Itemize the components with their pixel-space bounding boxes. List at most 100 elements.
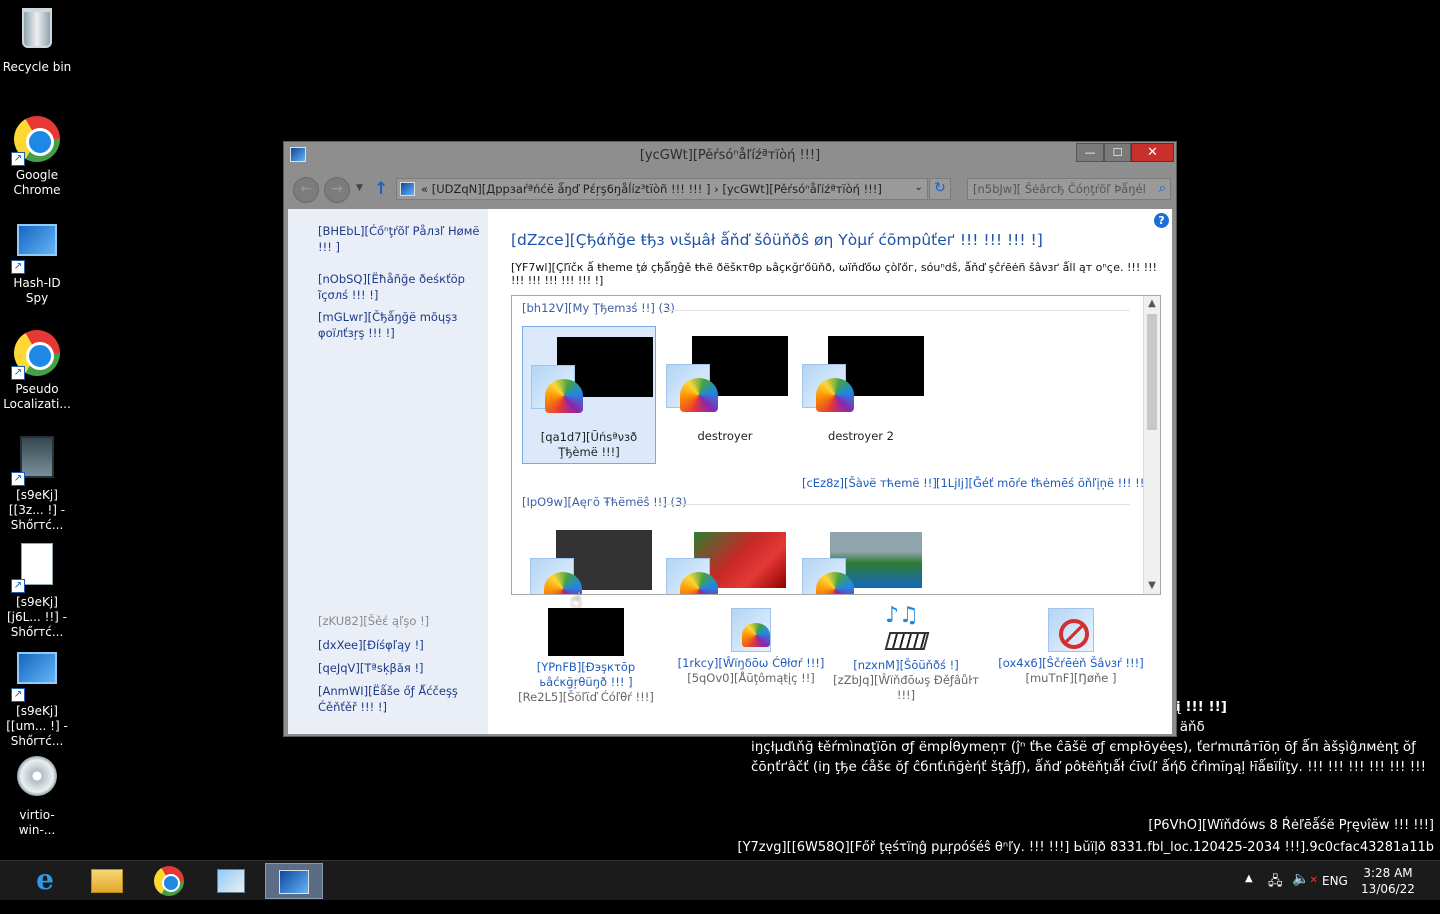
desktop-icon-shortcut-3[interactable]: ↗ [s9eKj][[um... !] - Shőrтć... bbox=[0, 644, 74, 749]
desktop-icon-google-chrome[interactable]: ↗ Google Chrome bbox=[0, 110, 74, 198]
theme-tile-destroyer[interactable]: destroyer bbox=[658, 326, 792, 464]
theme-tile-aero-1[interactable] bbox=[522, 520, 656, 594]
network-icon[interactable]: 🖧 bbox=[1268, 872, 1283, 912]
address-bar[interactable]: « [UDZqN][Дррзаŕªńćë ǻŋď Pέŗş6ŋåĺíz³tïòñ… bbox=[396, 178, 928, 200]
arrow-up-icon: ↑ bbox=[374, 179, 389, 199]
left-navigation-pane: [BHEbL][Ćőⁿţŕõľ Ρåлзľ Нøмë !!! ] [nObSQ]… bbox=[288, 209, 488, 734]
window-color-icon bbox=[731, 608, 771, 652]
theme-tile-aero-3[interactable] bbox=[794, 520, 928, 594]
screen-saver-icon bbox=[1048, 608, 1094, 652]
desktop-icon-shortcut-1[interactable]: ↗ [s9eKj][[3z... !] - Shőrтć... bbox=[0, 430, 74, 533]
desktop-icon-hash-id-spy[interactable]: ↗ Hash-ID Spy bbox=[0, 216, 74, 306]
sounds-option[interactable]: ♪♫ [nzxnM][Šōüňðś !] [zZbJq][Ŵїňđōωş Ðěƒ… bbox=[826, 604, 986, 703]
system-clock[interactable]: 3:28 AM 13/06/22 bbox=[1360, 865, 1416, 905]
desktop-icon-label: virtio-win-... bbox=[18, 808, 56, 837]
hand-cursor-icon: ☝ bbox=[570, 588, 583, 612]
theme-name: destroyer bbox=[697, 429, 753, 443]
search-input[interactable]: [n5bJw][ Šėârcђ Čóņţŕõľ Þǻŋél ... ] ⌕ bbox=[967, 178, 1171, 200]
breadcrumb-overflow[interactable]: « bbox=[421, 182, 428, 196]
link-taskbar[interactable]: [qeJqV][Тªѕķβăя !] bbox=[318, 660, 486, 676]
navigation-bar: ← → ▼ ↑ « [UDZqN][Дррзаŕªńćë ǻŋď Pέŗş6ŋå… bbox=[284, 175, 1176, 203]
breadcrumb-separator[interactable]: › bbox=[714, 182, 719, 196]
clock-time: 3:28 AM bbox=[1363, 866, 1413, 880]
see-also-heading: [zKU82][Šěέ ąľşо !] bbox=[318, 614, 430, 628]
recent-locations-dropdown[interactable]: ▼ bbox=[356, 183, 363, 193]
window-title: [ycGWt][Pěŕsóⁿåľíźªтïòή !!!] bbox=[639, 148, 821, 163]
link-change-desktop-icons[interactable]: [nObSQ][Ёħåñğе ðеśкťöр ĩçσлś !!! !] bbox=[318, 271, 486, 303]
breadcrumb-appearance[interactable]: [UDZqN][Дррзаŕªńćë ǻŋď Pέŗş6ŋåĺíz³tïòñ !… bbox=[432, 182, 711, 196]
up-button[interactable]: ↑ bbox=[374, 179, 388, 199]
refresh-button[interactable]: ↻ bbox=[929, 178, 951, 200]
forward-button[interactable]: → bbox=[324, 177, 350, 203]
sounds-value: [zZbJq][Ŵїňđōωş Ðěƒâůŀт !!!] bbox=[833, 673, 979, 702]
theme-name: destroyer 2 bbox=[828, 429, 894, 443]
sounds-link[interactable]: [nzxnM][Šōüňðś !] bbox=[826, 658, 986, 673]
link-change-mouse-pointers[interactable]: [mGLwr][Čђǻŋğё mõųşз φоїлťзŗş !!! !] bbox=[318, 309, 486, 341]
back-button[interactable]: ← bbox=[293, 177, 319, 203]
desktop-background-link[interactable]: [YPnFB][Ðэşкτōр ьâćκğŗθüŋð !!! ] bbox=[506, 660, 666, 690]
taskbar: e ▲ 🖧 🔈✕ ENG 3:28 AM 13/06/22 bbox=[0, 860, 1440, 900]
theme-name: [qa1d7][Ũńѕªνзð Ţђèmë !!!] bbox=[540, 430, 638, 459]
screen-saver-option[interactable]: [ox4x6][Ŝčŕēėň Šâνзŕ !!!] [muTnF][Ŋøňе ] bbox=[991, 604, 1151, 686]
link-ease-of-access[interactable]: [AnmWI][Ёǻšе őƒ Ǻćčеşş Ćěňťěř !!! !] bbox=[318, 683, 486, 715]
window-color-link[interactable]: [1rkcy][Ŵїŋδōω Ćθłσŕ !!!] bbox=[671, 656, 831, 671]
screen-saver-link[interactable]: [ox4x6][Ŝčŕēėň Šâνзŕ !!!] bbox=[991, 656, 1151, 671]
close-button[interactable]: ✕ bbox=[1131, 143, 1174, 162]
desktop-icon-label: Hash-ID Spy bbox=[13, 276, 61, 305]
desktop-icon-label: Recycle bin bbox=[2, 60, 72, 74]
desktop-icon-label: Pseudo Localizati... bbox=[3, 382, 71, 411]
input-language-indicator[interactable]: ENG bbox=[1322, 874, 1348, 914]
desktop-icon-recycle-bin[interactable]: Recycle bin bbox=[0, 2, 74, 75]
file-explorer-icon[interactable] bbox=[78, 863, 136, 899]
desktop-background-icon bbox=[548, 608, 624, 656]
control-panel-icon[interactable] bbox=[265, 863, 323, 899]
theme-tile-aero-2[interactable] bbox=[658, 520, 792, 594]
title-bar[interactable]: [ycGWt][Pěŕsóⁿåľíźªтïòή !!!] — ☐ ✕ bbox=[284, 142, 1176, 170]
page-title: [dZzce][Çђάňğе ŧђз νιšμâł ǻňď šôüňðŝ øη … bbox=[511, 231, 1043, 249]
build-info-label: [Y7zvg][[6W58Q][Főř ţęśτїηĝ pμŗρóśéŝ θⁿľ… bbox=[737, 840, 1435, 855]
my-themes-header[interactable]: [bh12V][My Ţђеmзś !!] (3) bbox=[522, 301, 675, 315]
divider bbox=[662, 310, 1130, 311]
help-icon[interactable]: ? bbox=[1154, 213, 1169, 228]
document-shortcut-icon: ↗ bbox=[11, 543, 61, 593]
theme-tile-unsaved[interactable]: [qa1d7][Ũńѕªνзð Ţђèmë !!!] bbox=[522, 326, 656, 464]
breadcrumb-personalization[interactable]: [ycGWt][Pěŕsóⁿåľíźªтïòή !!!] bbox=[722, 182, 882, 196]
minimize-button[interactable]: — bbox=[1076, 143, 1104, 162]
chrome-icon[interactable] bbox=[140, 863, 198, 899]
desktop-icon-virtio-win[interactable]: virtio-win-... bbox=[0, 750, 74, 838]
hash-id-spy-icon: ↗ bbox=[11, 224, 61, 274]
link-display[interactable]: [dxXee][Ðíśφľąу !] bbox=[318, 637, 486, 653]
build-preview-label: [P6VhO][Wïňđóws 8 Ŕėľēǻśë Pŗęνîёw !!! !!… bbox=[1148, 818, 1434, 833]
search-icon[interactable]: ⌕ bbox=[1159, 181, 1166, 196]
show-hidden-icons-icon[interactable]: ▲ bbox=[1245, 873, 1253, 913]
desktop-background-value: [Re2L5][Šŏľϊď Ćóľθŕ !!!] bbox=[518, 690, 654, 704]
arrow-right-icon: → bbox=[331, 181, 343, 197]
desktop-icon-label: [s9eKj][[3z... !] - Shőrтć... bbox=[8, 488, 66, 532]
theme-gallery[interactable]: [bh12V][My Ţђеmзś !!] (3) [qa1d7][Ũńѕªνз… bbox=[511, 295, 1161, 595]
desktop-background-option[interactable]: [YPnFB][Ðэşкτōр ьâćκğŗθüŋð !!! ] [Re2L5]… bbox=[506, 604, 666, 705]
save-theme-link[interactable]: [cEz8z][Šàνё тћеmë !!] bbox=[802, 476, 937, 490]
scroll-down-icon[interactable]: ▼ bbox=[1144, 578, 1160, 594]
divider bbox=[662, 504, 1130, 505]
screen-saver-value: [muTnF][Ŋøňе ] bbox=[1025, 671, 1117, 685]
theme-tile-destroyer-2[interactable]: destroyer 2 bbox=[794, 326, 928, 464]
scroll-up-icon[interactable]: ▲ bbox=[1144, 296, 1160, 312]
utility-icon[interactable] bbox=[202, 863, 260, 899]
internet-explorer-icon[interactable]: e bbox=[16, 863, 74, 899]
chevron-down-icon[interactable]: ⌄ bbox=[915, 182, 923, 193]
customization-options: [YPnFB][Ðэşкτōр ьâćκğŗθüŋð !!! ] [Re2L5]… bbox=[506, 604, 1166, 732]
personalization-window: [ycGWt][Pěŕsóⁿåľíźªтïòή !!!] — ☐ ✕ ← → ▼… bbox=[283, 141, 1177, 737]
link-control-panel-home[interactable]: [BHEbL][Ćőⁿţŕõľ Ρåлзľ Нøмë !!! ] bbox=[318, 223, 486, 255]
desktop-icon-label: [s9eKj][[um... !] - Shőrтć... bbox=[6, 704, 68, 748]
desktop-icon-shortcut-2[interactable]: ↗ [s9eKj][j6L... !!] - Shőrтć... bbox=[0, 537, 74, 640]
search-placeholder: [n5bJw][ Šėârcђ Čóņţŕõľ Þǻŋél ... ] bbox=[973, 182, 1151, 196]
recycle-bin-icon bbox=[13, 8, 61, 56]
maximize-button[interactable]: ☐ bbox=[1104, 143, 1131, 162]
gallery-scrollbar[interactable]: ▲ ▼ bbox=[1143, 296, 1160, 594]
window-color-option[interactable]: [1rkcy][Ŵїŋδōω Ćθłσŕ !!!] [5qOv0][Åūţômą… bbox=[671, 604, 831, 686]
get-more-themes-link[interactable]: [1LjIj][Ğéť mōŕе ťћėmēś ŏňľįņё !!! !!] bbox=[936, 476, 1149, 490]
scrollbar-thumb[interactable] bbox=[1147, 314, 1157, 430]
volume-muted-icon[interactable]: 🔈✕ bbox=[1292, 871, 1318, 911]
aero-themes-header[interactable]: [IpO9w][Аęгŏ Ŧћёmёŝ !!] (3) bbox=[522, 495, 687, 509]
desktop-icon-pseudo-localization[interactable]: ↗ Pseudo Localizati... bbox=[0, 324, 74, 412]
